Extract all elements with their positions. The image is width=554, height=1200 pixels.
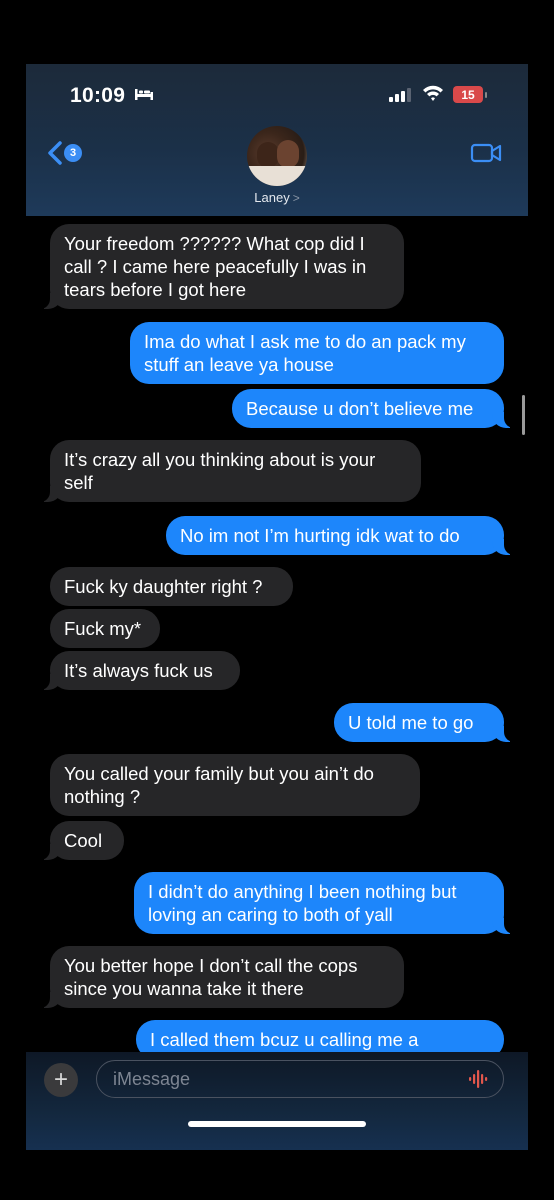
incoming-message[interactable]: It’s crazy all you thinking about is you… bbox=[40, 440, 421, 502]
incoming-message[interactable]: Cool bbox=[40, 821, 124, 860]
incoming-message[interactable]: It’s always fuck us bbox=[40, 651, 240, 690]
contact-name-button[interactable]: Laney > bbox=[26, 190, 528, 205]
phone-screen: 10:09 15 3 Laney > Your freedom ?????? W… bbox=[26, 64, 528, 1150]
incoming-message[interactable]: You better hope I don’t call the cops si… bbox=[40, 946, 404, 1008]
sleep-focus-icon bbox=[135, 89, 153, 100]
outgoing-message[interactable]: U told me to go bbox=[334, 703, 514, 742]
message-text: I called them bcuz u calling me a bbox=[150, 1029, 419, 1050]
avatar-person-left bbox=[257, 142, 279, 168]
unread-count-badge[interactable]: 3 bbox=[64, 144, 82, 162]
battery-indicator: 15 bbox=[453, 86, 483, 103]
home-indicator[interactable] bbox=[188, 1121, 366, 1127]
avatar-shirt bbox=[247, 166, 307, 186]
outgoing-message[interactable]: No im not I’m hurting idk wat to do bbox=[166, 516, 514, 555]
add-attachment-button[interactable]: + bbox=[44, 1063, 78, 1097]
incoming-message[interactable]: Your freedom ?????? What cop did I call … bbox=[40, 224, 404, 309]
outgoing-message[interactable]: Because u don’t believe me bbox=[232, 389, 514, 428]
chevron-right-icon: > bbox=[292, 191, 300, 205]
message-text: You called your family but you ain’t do … bbox=[64, 763, 374, 807]
audio-message-icon[interactable] bbox=[468, 1069, 490, 1089]
incoming-message[interactable]: Fuck ky daughter right ? bbox=[50, 567, 293, 606]
message-composer: + bbox=[26, 1052, 528, 1150]
incoming-message[interactable]: Fuck my* bbox=[50, 609, 160, 648]
wifi-icon bbox=[423, 85, 443, 101]
message-text: Ima do what I ask me to do an pack my st… bbox=[144, 331, 466, 375]
battery-cap bbox=[485, 92, 487, 98]
message-text: It’s always fuck us bbox=[64, 660, 213, 681]
message-text: Your freedom ?????? What cop did I call … bbox=[64, 233, 367, 300]
avatar-person-right bbox=[277, 140, 299, 168]
conversation-header: 10:09 15 3 Laney > bbox=[26, 64, 528, 216]
back-chevron-icon[interactable] bbox=[44, 140, 66, 166]
facetime-video-icon[interactable] bbox=[470, 142, 502, 164]
cellular-signal-icon bbox=[389, 88, 411, 102]
incoming-message[interactable]: You called your family but you ain’t do … bbox=[50, 754, 420, 816]
message-text: Fuck my* bbox=[64, 618, 142, 639]
outgoing-message[interactable]: Ima do what I ask me to do an pack my st… bbox=[130, 322, 504, 384]
message-text: No im not I’m hurting idk wat to do bbox=[180, 525, 460, 546]
message-text: Cool bbox=[64, 830, 103, 851]
message-text: Because u don’t believe me bbox=[246, 398, 474, 419]
contact-name: Laney bbox=[254, 190, 290, 205]
message-text: I didn’t do anything I been nothing but … bbox=[148, 881, 457, 925]
imessage-input[interactable] bbox=[96, 1060, 504, 1098]
outgoing-message[interactable]: I didn’t do anything I been nothing but … bbox=[134, 872, 514, 934]
message-text: You better hope I don’t call the cops si… bbox=[64, 955, 358, 999]
scrollbar[interactable] bbox=[522, 395, 525, 435]
message-text: It’s crazy all you thinking about is you… bbox=[64, 449, 376, 493]
status-time: 10:09 bbox=[70, 84, 126, 107]
contact-avatar[interactable] bbox=[247, 126, 307, 186]
message-text: U told me to go bbox=[348, 712, 474, 733]
message-text: Fuck ky daughter right ? bbox=[64, 576, 263, 597]
